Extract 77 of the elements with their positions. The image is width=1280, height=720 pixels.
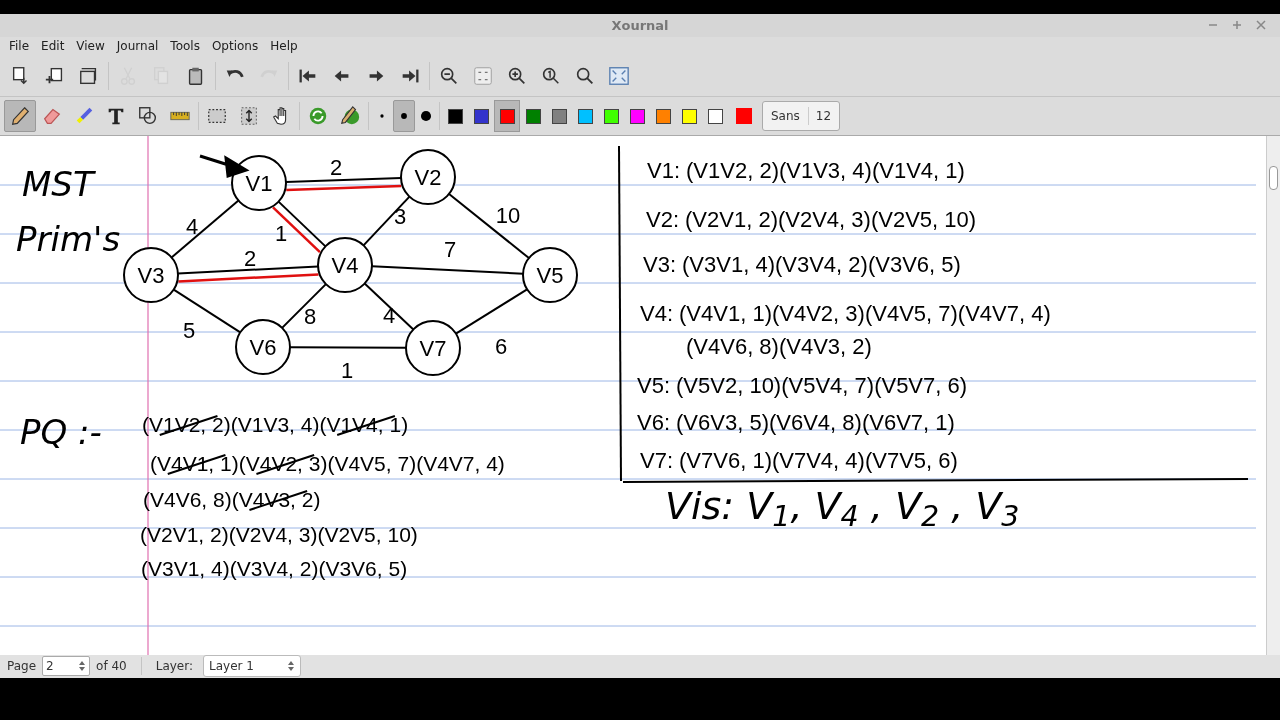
font-button[interactable]: Sans 12: [762, 101, 841, 132]
graph-node: [522, 246, 578, 303]
node-label: V4: [331, 252, 359, 278]
handwritten-title: MST: [22, 163, 94, 204]
pencil-icon[interactable]: [4, 100, 36, 133]
font-name: Sans: [771, 108, 800, 126]
layer-label: Layer:: [155, 658, 193, 676]
menu-item[interactable]: Options: [205, 37, 265, 56]
layer-dropdown[interactable]: Layer 1: [203, 655, 301, 678]
priority-queue-entry: (V2V1, 2): [140, 522, 229, 546]
handwritten-label: PQ :-: [20, 411, 102, 452]
edge-weight: 7: [443, 236, 457, 262]
menu-item[interactable]: Edit: [35, 37, 71, 56]
adjacency-entry: (V6V3, 5)(V6V4, 8)(V6V7, 1): [676, 409, 955, 435]
node-label: V6: [249, 334, 277, 360]
node-label: V7: [419, 335, 447, 361]
arrow-stroke: [198, 154, 250, 178]
priority-queue-entry: (V4V5, 7): [327, 451, 417, 475]
visited-list: Vis: V$_{1}$, V$_{4}$ , V$_{2}$ , V$_{3}$: [665, 485, 1020, 528]
priority-queue-entry: (V2V5, 10): [317, 522, 418, 546]
priority-queue-entry: (V4V7, 4): [416, 451, 505, 475]
color-swatch[interactable]: [494, 100, 520, 133]
graph-edge: [277, 200, 327, 248]
menu-item[interactable]: Journal: [110, 37, 165, 56]
adjacency-label: V4:: [640, 300, 674, 326]
priority-queue-entry: (V3V1, 4): [141, 556, 230, 580]
adjacency-label: V1:: [647, 157, 681, 183]
priority-queue-entry: (V3V4, 2): [229, 556, 319, 580]
edge-weight: 1: [274, 220, 288, 246]
edge-weight: 3: [393, 203, 407, 229]
graph-node: [231, 154, 287, 211]
page-count: of 40: [96, 658, 127, 676]
priority-queue-entry: (V2V4, 3): [228, 522, 318, 546]
graph-node: [235, 318, 291, 375]
adjacency-entry: (V3V1, 4)(V3V4, 2)(V3V6, 5): [682, 251, 961, 277]
priority-queue-entry: (V1V3, 4): [230, 412, 320, 436]
edge-weight: 10: [495, 202, 521, 228]
handwritten-title: Prim's: [16, 218, 121, 259]
edge-weight: 4: [382, 302, 396, 328]
scrollbar[interactable]: [1266, 135, 1280, 655]
adjacency-entry: (V2V1, 2)(V2V4, 3)(V2V5, 10): [685, 206, 977, 232]
graph-node: [317, 236, 373, 293]
edge-weight: 2: [243, 245, 257, 271]
edge-weight: 8: [303, 303, 317, 329]
font-size: 12: [807, 107, 832, 126]
scrollbar-thumb[interactable]: [1269, 165, 1278, 190]
menu-item[interactable]: Help: [264, 37, 304, 56]
graph-node: [405, 319, 461, 376]
graph-node: [400, 148, 456, 205]
priority-queue-entry: (V3V6, 5): [318, 556, 408, 580]
page-spinner[interactable]: 2: [42, 656, 91, 677]
adjacency-entry: (V4V6, 8)(V4V3, 2): [686, 333, 872, 359]
adjacency-label: V7:: [640, 447, 674, 473]
menu-item[interactable]: View: [70, 37, 111, 56]
node-label: V1: [245, 170, 273, 196]
graph-node: [123, 246, 179, 303]
adjacency-entry: (V4V1, 1)(V4V2, 3)(V4V5, 7)(V4V7, 4): [679, 300, 1051, 326]
node-label: V5: [536, 262, 564, 288]
edge-weight: 4: [185, 213, 199, 239]
adjacency-entry: (V5V2, 10)(V5V4, 7)(V5V7, 6): [676, 372, 968, 398]
edge-weight: 6: [494, 333, 508, 359]
edge-weight: 2: [329, 154, 343, 180]
edge-weight: 5: [182, 317, 196, 343]
menu-item[interactable]: Tools: [164, 37, 206, 56]
adjacency-entry: (V7V6, 1)(V7V4, 4)(V7V5, 6): [679, 447, 958, 473]
node-label: V3: [137, 262, 165, 288]
edge-weight: 1: [340, 357, 354, 383]
adjacency-label: V5:: [637, 372, 671, 398]
window-title: Xournal: [611, 16, 669, 35]
node-label: V2: [414, 164, 442, 190]
adjacency-entry: (V1V2, 2)(V1V3, 4)(V1V4, 1): [686, 157, 965, 183]
adjacency-label: V3:: [643, 251, 677, 277]
adjacency-label: V2:: [646, 206, 680, 232]
priority-queue-entry: (V4V6, 8): [143, 487, 232, 511]
page-label: Page: [7, 658, 37, 676]
menu-item[interactable]: File: [3, 37, 36, 56]
adjacency-label: V6:: [637, 409, 671, 435]
